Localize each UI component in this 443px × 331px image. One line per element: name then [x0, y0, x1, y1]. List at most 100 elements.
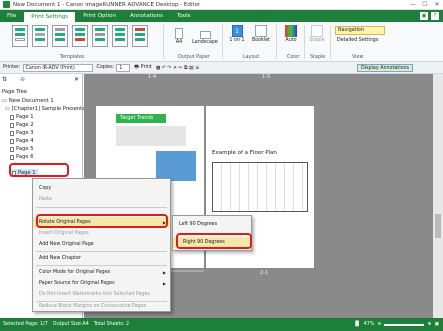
tree-page-5[interactable]: Page 5 — [10, 146, 34, 152]
fit-page-icon[interactable]: ▣ — [434, 322, 439, 327]
ribbon: Templates A4 Landscape Output Paper 1 1 … — [0, 22, 443, 62]
close-button[interactable]: ✕ — [431, 1, 443, 8]
tab-print-option[interactable]: Print Option — [76, 10, 123, 22]
template-thumb-6[interactable] — [112, 25, 128, 47]
submenu-arrow-icon: ▶ — [162, 281, 166, 286]
status-output-size: Output Size:A4 — [52, 322, 89, 327]
paper-size-button[interactable]: A4 — [172, 28, 186, 45]
landscape-icon — [199, 31, 211, 39]
floor-plan-heading: Example of a Floor Plan — [212, 150, 277, 156]
group-label-color: Color — [287, 55, 300, 60]
minimize-button[interactable]: — — [407, 1, 419, 8]
expand-icon[interactable]: ⇅ — [2, 76, 7, 83]
ribbon-options-icon[interactable]: ▣ — [420, 12, 428, 20]
print-button[interactable]: Print — [141, 65, 152, 70]
color-mode-button[interactable]: Auto — [282, 25, 300, 43]
menu-no-watermarks[interactable]: Do Not Insert Watermarks into Selected P… — [33, 289, 170, 300]
menu-paste[interactable]: Paste — [33, 194, 170, 205]
status-selected-page: Selected Page: 1/7 — [3, 322, 48, 327]
tree-page-3[interactable]: Page 3 — [10, 130, 34, 136]
template-thumb-3[interactable] — [52, 25, 68, 47]
tab-tools[interactable]: Tools — [170, 10, 198, 22]
menu-add-new-original-page[interactable]: Add New Original Page — [33, 239, 170, 250]
page-label-2-1: 2-1 — [260, 270, 269, 276]
window-title: New Document 1 - Canon imageRUNNER ADVAN… — [13, 1, 201, 8]
print-icon[interactable]: 🖶 — [134, 64, 139, 72]
vertical-scrollbar[interactable] — [433, 74, 443, 318]
menu-reduce-blank-margins[interactable]: Reduce Blank Margins on Consecutive Page… — [33, 301, 170, 312]
template-thumb-7[interactable] — [132, 25, 148, 47]
floor-plan-image — [212, 162, 308, 212]
submenu-arrow-icon: ▶ — [162, 270, 166, 275]
template-thumb-5[interactable] — [92, 25, 108, 47]
page-label-1-5: 1-5 — [262, 74, 271, 80]
ribbon-tabs: File Print Settings Print Option Annotat… — [0, 10, 443, 22]
group-label-templates: Templates — [60, 55, 85, 60]
tab-file[interactable]: File — [0, 10, 23, 22]
tree-page-6[interactable]: Page 6 — [10, 154, 34, 160]
staple-button[interactable]: Staple — [308, 25, 326, 43]
orientation-button[interactable]: Landscape — [190, 28, 220, 45]
printer-select[interactable]: Canon iR-ADV (Print) — [22, 63, 93, 72]
color-icon — [285, 25, 297, 37]
context-menu: Copy Paste Rotate Original Pages ▶ Insert… — [32, 178, 171, 312]
layout-icon: 1 — [231, 25, 243, 37]
menu-left-90-degrees[interactable]: Left 90 Degrees — [173, 219, 251, 230]
title-bar: New Document 1 - Canon imageRUNNER ADVAN… — [0, 0, 443, 10]
maximize-button[interactable]: ☐ — [419, 1, 431, 8]
page-icon — [10, 154, 14, 160]
page-label-1-4: 1-4 — [148, 74, 157, 80]
menu-color-mode[interactable]: Color Mode for Original Pages ▶ — [33, 267, 170, 278]
toolbar-icons[interactable]: ▦ ↶ ↷ ✕ ✂ ⧉ ▤ ⇲ — [156, 65, 199, 71]
view-mode-icon[interactable]: ▐▌ — [353, 322, 360, 327]
zoom-value: 47% — [363, 322, 375, 327]
right-90-highlight — [176, 233, 252, 249]
add-chapter-icon[interactable]: ⊕ — [20, 76, 25, 83]
copies-label: Copies: — [96, 65, 115, 70]
display-annotations-button[interactable]: Display Annotations — [356, 63, 413, 72]
template-thumb-1[interactable] — [12, 25, 28, 47]
page-icon — [10, 146, 14, 152]
template-thumb-4[interactable] — [72, 25, 88, 47]
collapse-icon: ▭ — [2, 98, 7, 104]
zoom-in-icon[interactable]: ⊕ — [427, 322, 431, 327]
zoom-out-icon[interactable]: ⊖ — [377, 322, 381, 327]
menu-add-new-chapter[interactable]: Add New Chapter — [33, 253, 170, 264]
scroll-thumb[interactable] — [435, 214, 441, 238]
tab-print-settings[interactable]: Print Settings — [23, 11, 77, 22]
status-total-sheets: Total Sheets: 2 — [93, 322, 130, 327]
layout-button[interactable]: 1 1 on 1 — [228, 25, 246, 43]
tree-chapter[interactable]: ▭ [Chapter1] Sample Presentatio — [5, 106, 92, 112]
zoom-slider[interactable] — [384, 323, 425, 326]
group-label-view: View — [352, 55, 364, 60]
booklet-icon — [255, 25, 267, 37]
booklet-button[interactable]: Booklet — [250, 25, 272, 43]
rotate-menu-highlight — [36, 214, 168, 228]
staple-icon — [311, 25, 323, 37]
tree-page-4[interactable]: Page 4 — [10, 138, 34, 144]
tab-annotations[interactable]: Annotations — [123, 10, 170, 22]
detailed-settings-toggle[interactable]: Detailed Settings — [335, 37, 395, 44]
page-icon — [10, 122, 14, 128]
help-icon[interactable]: ? — [431, 12, 439, 20]
collapse-icon: ▭ — [5, 106, 10, 112]
paper-icon — [175, 28, 183, 39]
page-icon — [10, 130, 14, 136]
menu-insert-original-pages[interactable]: Insert Original Pages — [33, 228, 170, 239]
page-chart — [156, 151, 196, 181]
tree-page-2[interactable]: Page 2 — [10, 122, 34, 128]
selected-page-highlight — [9, 163, 69, 177]
menu-paper-source[interactable]: Paper Source for Original Pages ▶ — [33, 278, 170, 289]
status-bar: Selected Page: 1/7 Output Size:A4 Total … — [0, 318, 443, 331]
close-pane-icon[interactable]: ✕ — [74, 76, 79, 83]
group-label-staple: Staple — [310, 55, 326, 60]
navigation-toggle[interactable]: Navigation — [335, 26, 385, 35]
group-label-layout: Layout — [243, 55, 260, 60]
tree-page-1[interactable]: Page 1 — [10, 114, 34, 120]
group-label-output-paper: Output Paper — [178, 55, 210, 60]
template-thumb-2[interactable] — [32, 25, 48, 47]
page-image — [116, 126, 186, 146]
copies-input[interactable]: 1 — [116, 63, 131, 72]
tree-root[interactable]: ▭ New Document 1 — [2, 98, 54, 104]
menu-copy[interactable]: Copy — [33, 183, 170, 194]
